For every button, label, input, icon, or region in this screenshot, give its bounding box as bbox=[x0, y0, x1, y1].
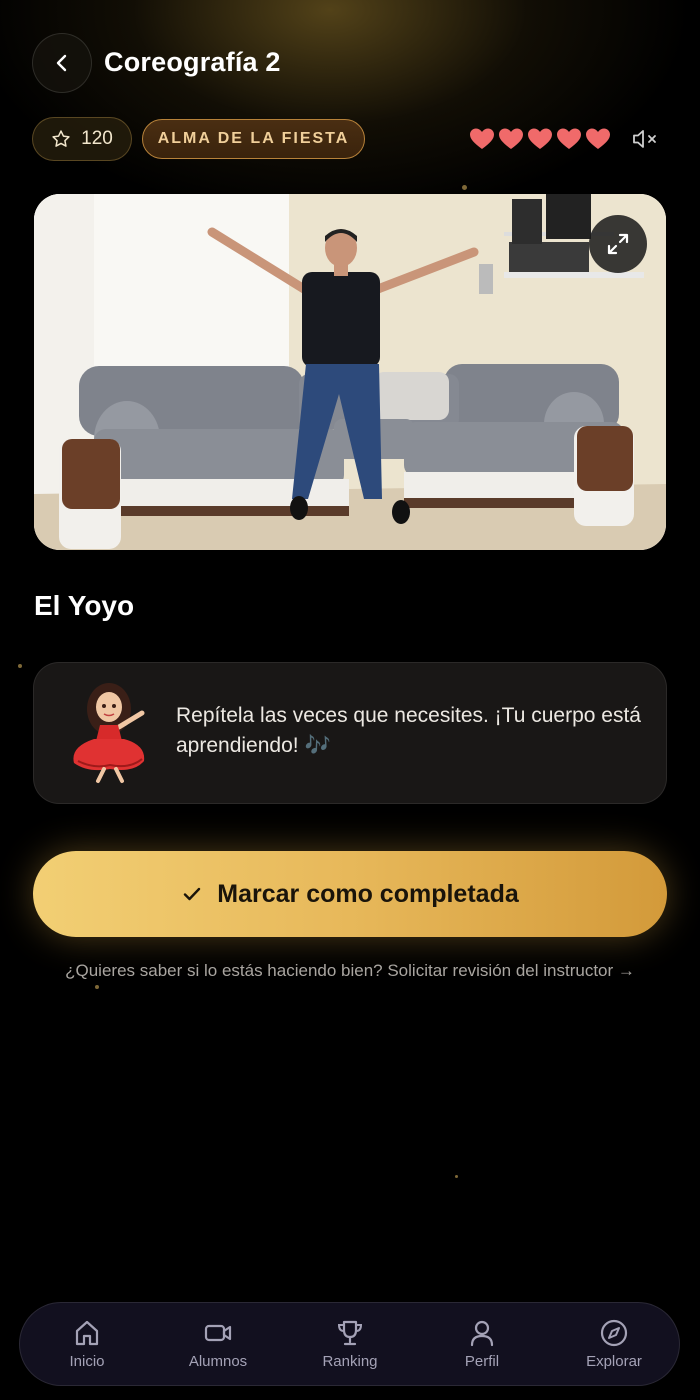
chevron-left-icon bbox=[56, 54, 67, 72]
heart-icon bbox=[528, 128, 552, 149]
heart-icon bbox=[557, 128, 581, 149]
sparkle bbox=[455, 1175, 458, 1178]
points-value: 120 bbox=[81, 128, 113, 149]
bottom-nav: Inicio Alumnos Ranking Perfil Explorar bbox=[19, 1302, 680, 1386]
app-screen: Coreografía 2 120 ALMA DE LA FIESTA El Y… bbox=[0, 0, 700, 1400]
sparkle bbox=[95, 985, 99, 989]
nav-item-alumnos[interactable]: Alumnos bbox=[163, 1317, 273, 1370]
user-icon bbox=[470, 1320, 494, 1347]
star-icon bbox=[52, 130, 70, 147]
flamenco-dancer-avatar bbox=[73, 683, 145, 783]
expand-icon bbox=[607, 233, 629, 255]
lesson-title: El Yoyo bbox=[34, 590, 135, 621]
nav-label: Ranking bbox=[322, 1353, 378, 1370]
nav-item-inicio[interactable]: Inicio bbox=[32, 1317, 142, 1370]
video-player[interactable] bbox=[34, 194, 666, 550]
nav-item-perfil[interactable]: Perfil bbox=[427, 1317, 537, 1370]
home-icon bbox=[75, 1320, 99, 1346]
mark-complete-button[interactable]: Marcar como completada bbox=[33, 851, 667, 937]
lives-hearts bbox=[469, 127, 611, 151]
heart-icon bbox=[499, 128, 523, 149]
volume-muted-icon bbox=[633, 130, 656, 148]
sparkle bbox=[462, 185, 467, 190]
nav-label: Alumnos bbox=[188, 1353, 248, 1370]
tip-card: Repítela las veces que necesites. ¡Tu cu… bbox=[33, 662, 667, 804]
level-badge: ALMA DE LA FIESTA bbox=[142, 119, 365, 159]
mute-button[interactable] bbox=[631, 127, 659, 156]
nav-label: Perfil bbox=[464, 1353, 500, 1370]
check-icon bbox=[184, 887, 201, 901]
compass-icon bbox=[600, 1319, 628, 1347]
points-pill: 120 bbox=[32, 117, 132, 161]
heart-icon bbox=[470, 128, 494, 149]
video-frame bbox=[34, 194, 666, 550]
heart-icon bbox=[586, 128, 610, 149]
back-button[interactable] bbox=[32, 33, 92, 93]
sparkle bbox=[18, 664, 22, 668]
nav-label: Explorar bbox=[586, 1353, 642, 1370]
tip-text: Repítela las veces que necesites. ¡Tu cu… bbox=[176, 704, 641, 757]
nav-item-ranking[interactable]: Ranking bbox=[295, 1317, 405, 1370]
trophy-icon bbox=[337, 1320, 363, 1346]
request-review-link[interactable]: ¿Quieres saber si lo estás haciendo bien… bbox=[0, 957, 700, 985]
fullscreen-button[interactable] bbox=[589, 215, 647, 273]
page-title: Coreografía 2 bbox=[104, 47, 281, 77]
mark-complete-label: Marcar como completada bbox=[217, 879, 519, 908]
nav-label: Inicio bbox=[69, 1353, 105, 1370]
nav-item-explorar[interactable]: Explorar bbox=[559, 1317, 669, 1370]
video-icon bbox=[204, 1324, 232, 1342]
